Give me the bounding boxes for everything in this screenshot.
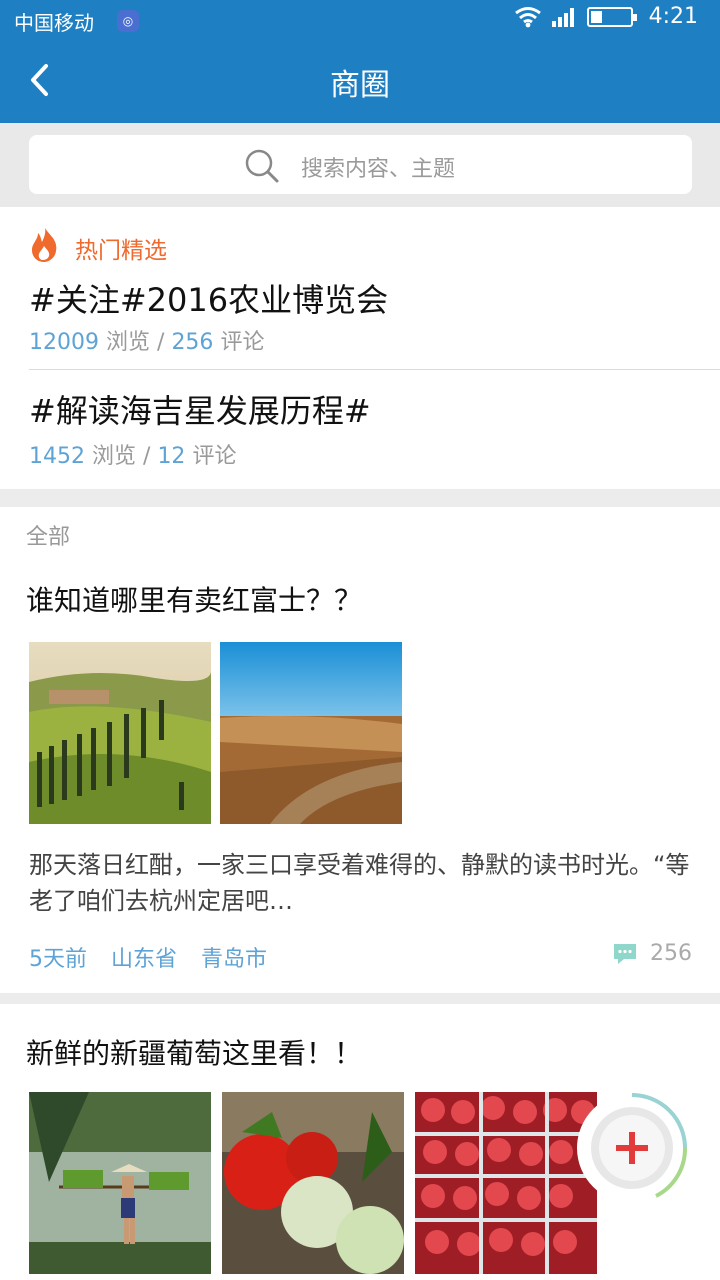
topic-title: #关注#2016农业博览会 [29, 281, 389, 319]
comment-icon [614, 943, 636, 964]
post-meta: 5天前 山东省 青岛市 [29, 941, 267, 973]
post-image-raspberries[interactable] [415, 1092, 597, 1274]
view-count: 12009 [29, 330, 99, 355]
post-city[interactable]: 青岛市 [201, 941, 267, 973]
post-image-hills[interactable] [29, 642, 211, 824]
post-image-farmer[interactable] [29, 1092, 211, 1274]
comment-count: 256 [171, 330, 214, 355]
page-title: 商圈 [330, 68, 390, 103]
post-excerpt: 那天落日红酣，一家三口享受着难得的、静默的读书时光。“等老了咱们去杭州定居吧… [29, 851, 690, 915]
search-area: 搜索内容、主题 [0, 123, 720, 207]
comment-count: 12 [157, 444, 186, 469]
post-province[interactable]: 山东省 [111, 941, 177, 973]
post-comments[interactable]: 256 [612, 941, 692, 966]
topic-meta: 1452 浏览 / 12 评论 [29, 438, 236, 470]
search-input[interactable]: 搜索内容、主题 [29, 135, 692, 194]
post-title: 新鲜的新疆葡萄这里看！！ [26, 1037, 363, 1070]
post-title: 谁知道哪里有卖红富士？？ [26, 584, 363, 617]
all-section: 全部 谁知道哪里有卖红富士？？ 那天落日红酣，一家三口享受着难得的、静默的读书时… [0, 507, 720, 993]
battery-icon [586, 6, 637, 27]
topic-title: #解读海吉星发展历程# [29, 392, 371, 430]
search-placeholder: 搜索内容、主题 [301, 157, 456, 182]
carrier-name: 中国移动 [14, 11, 94, 35]
clock: 4:21 [648, 4, 698, 29]
meta-separator: / [143, 444, 151, 469]
post-image-tomatoes[interactable] [222, 1092, 404, 1274]
search-icon [245, 149, 279, 183]
meta-separator: / [157, 330, 165, 355]
section-label: 全部 [26, 525, 71, 550]
post-time: 5天前 [29, 947, 87, 972]
post-image-field[interactable] [220, 642, 402, 824]
signal-icon [551, 7, 574, 27]
view-count: 1452 [29, 444, 85, 469]
view-label: 浏览 [92, 444, 137, 469]
hot-topic-1[interactable]: #关注#2016农业博览会 12009 浏览 / 256 评论 [0, 207, 720, 369]
notification-app-icon: ◎ [117, 10, 139, 32]
hot-section: 热门精选 #关注#2016农业博览会 12009 浏览 / 256 评论 #解读… [0, 207, 720, 489]
nav-bar: 商圈 [0, 40, 720, 123]
comment-label: 评论 [192, 444, 237, 469]
comment-label: 评论 [220, 330, 265, 355]
wifi-icon [514, 6, 541, 27]
comment-count: 256 [650, 941, 692, 966]
hot-topic-2[interactable]: #解读海吉星发展历程# 1452 浏览 / 12 评论 [0, 370, 720, 489]
topic-meta: 12009 浏览 / 256 评论 [29, 324, 264, 356]
add-post-button[interactable] [576, 1092, 688, 1204]
status-bar: 中国移动 ◎ 4:21 [0, 0, 720, 40]
view-label: 浏览 [106, 330, 151, 355]
